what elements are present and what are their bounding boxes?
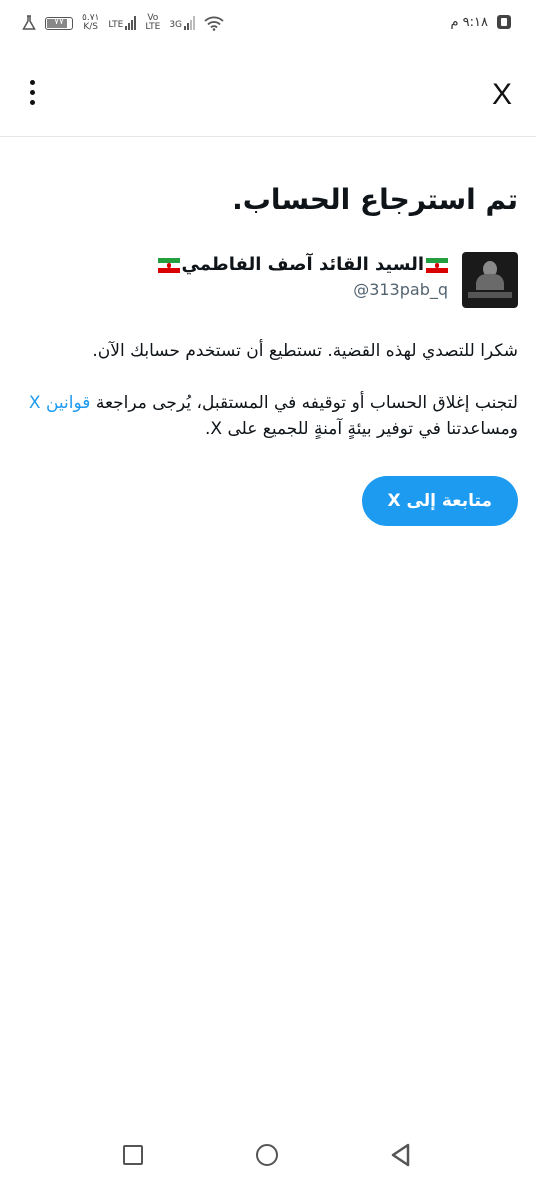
account-info: السيد القائد آصف الفاطمي @313pab_q [157,252,448,302]
avatar [462,252,518,308]
main-content: تم استرجاع الحساب. السيد القائد آصف الفا… [18,160,518,526]
account-name: السيد القائد آصف الفاطمي [181,254,424,275]
more-options-icon[interactable] [22,80,42,110]
continue-to-x-button[interactable]: متابعة إلى X [361,476,518,526]
battery-icon: ٧٧ [45,16,73,30]
top-bar: X [0,52,536,137]
status-icons-left: ٧٧ ٥.٧١ K/S LTE Vo LTE 3G [22,14,224,32]
battery-level: ٧٧ [54,16,64,27]
x-rules-link[interactable]: قوانين X [29,393,91,413]
net-speed: ٥.٧١ K/S [82,13,100,32]
rules-paragraph: لتجنب إغلاق الحساب أو توقيفه في المستقبل… [18,390,518,442]
rules-text-after: ومساعدتنا في توفير بيئةٍ آمنةٍ للجميع عل… [204,419,518,439]
status-bar: ٧٧ ٥.٧١ K/S LTE Vo LTE 3G ٩:١٨ م [0,0,536,52]
account-name-row: السيد القائد آصف الفاطمي [157,252,448,278]
lte-signal-icon: LTE [108,16,137,30]
wifi-icon [204,16,224,31]
3g-signal-icon: 3G [169,16,196,30]
close-icon[interactable]: X [492,78,512,112]
lab-flask-icon [22,15,36,30]
status-time: ٩:١٨ م [450,14,488,30]
system-nav-bar [0,1128,536,1200]
status-icons-right: ٩:١٨ م [450,14,512,30]
account-card: السيد القائد آصف الفاطمي @313pab_q [18,252,518,308]
iran-flag-icon [426,257,448,273]
account-handle: @313pab_q [353,280,448,299]
recents-icon[interactable] [123,1145,143,1165]
volte-icon: Vo LTE [145,13,161,32]
rules-text-before: لتجنب إغلاق الحساب أو توقيفه في المستقبل… [90,393,518,413]
iran-flag-icon [157,257,180,273]
back-icon[interactable] [388,1142,414,1168]
app-notification-icon [497,15,511,29]
page-title: تم استرجاع الحساب. [232,183,518,216]
thanks-paragraph: شكرا للتصدي لهذه القضية. تستطيع أن تستخد… [92,341,518,361]
home-icon[interactable] [256,1144,278,1166]
